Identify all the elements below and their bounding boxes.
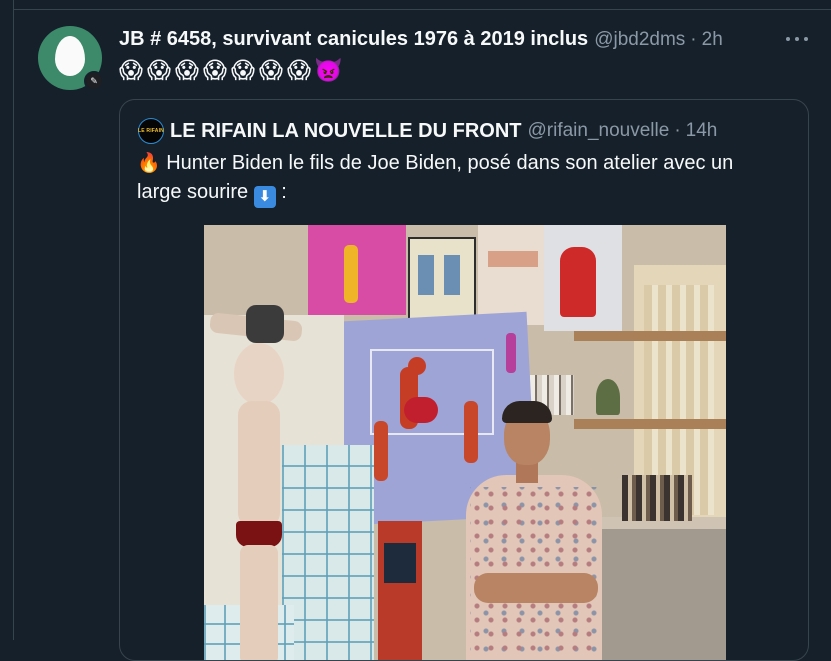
photo-lower-painting-detail bbox=[384, 543, 416, 583]
scream-emoji: 😱 bbox=[175, 57, 199, 83]
tweet-timestamp[interactable]: 2h bbox=[702, 29, 723, 51]
scream-emoji: 😱 bbox=[231, 57, 255, 83]
photo-framed-figure bbox=[444, 255, 460, 295]
photo-figure-trunks bbox=[236, 521, 282, 547]
scream-emoji: 😱 bbox=[287, 57, 311, 83]
photo-shelf bbox=[574, 419, 726, 429]
quote-avatar-logo-text: LE RIFAIN bbox=[138, 128, 164, 134]
photo-figure-body bbox=[238, 401, 280, 527]
photo-painting-figure bbox=[506, 333, 516, 373]
devil-emoji: 👿 bbox=[314, 57, 343, 83]
quote-header: LE RIFAIN LE RIFAIN LA NOUVELLE DU FRONT… bbox=[138, 118, 717, 144]
photo-shirt-pattern bbox=[470, 487, 598, 657]
photo-paint-jars bbox=[622, 475, 692, 521]
down-arrow-emoji: ⬇ bbox=[253, 186, 276, 208]
display-name[interactable]: JB # 6458, survivant canicules 1976 à 20… bbox=[119, 28, 588, 51]
scream-emoji: 😱 bbox=[259, 57, 283, 83]
photo-red-figure bbox=[560, 247, 596, 317]
more-options-icon[interactable] bbox=[786, 28, 808, 50]
user-handle[interactable]: @jbd2dms bbox=[594, 29, 685, 51]
photo-shelf bbox=[574, 331, 726, 341]
photo-desk bbox=[596, 529, 726, 660]
photo-painting-figure bbox=[464, 401, 478, 463]
quoted-tweet-card[interactable]: LE RIFAIN LE RIFAIN LA NOUVELLE DU FRONT… bbox=[119, 99, 809, 661]
photo-lower-painting bbox=[378, 521, 422, 660]
feather-badge-icon: ✎ bbox=[84, 71, 104, 91]
photo-man-arms bbox=[474, 573, 598, 603]
egg-avatar-icon bbox=[55, 36, 85, 76]
photo-pink-painting-figure bbox=[344, 245, 358, 303]
photo-plant bbox=[596, 379, 620, 415]
separator-dot: · bbox=[690, 29, 697, 50]
timeline-column: ✎ JB # 6458, survivant canicules 1976 à … bbox=[13, 0, 831, 661]
scream-emoji: 😱 bbox=[119, 57, 143, 83]
quote-text: 🔥 Hunter Biden le fils de Joe Biden, pos… bbox=[137, 149, 777, 208]
quote-display-name[interactable]: LE RIFAIN LA NOUVELLE DU FRONT bbox=[170, 120, 521, 143]
fire-emoji: 🔥 bbox=[137, 153, 161, 174]
photo-tiles bbox=[282, 445, 374, 660]
quote-separator-dot: · bbox=[674, 120, 681, 141]
quote-avatar[interactable]: LE RIFAIN bbox=[138, 118, 164, 144]
tweet-text: 😱 😱 😱 😱 😱 😱 😱 👿 bbox=[118, 56, 343, 84]
photo-figure-legs bbox=[240, 545, 278, 660]
quote-text-main: Hunter Biden le fils de Joe Biden, posé … bbox=[137, 152, 734, 203]
photo-media-icon[interactable] bbox=[204, 225, 726, 660]
photo-framed-figure bbox=[418, 255, 434, 295]
photo-figure-hands bbox=[246, 305, 284, 343]
quote-text-end: : bbox=[281, 181, 287, 203]
quote-handle[interactable]: @rifain_nouvelle bbox=[527, 120, 669, 142]
photo-painting-figure bbox=[374, 421, 388, 481]
scream-emoji: 😱 bbox=[147, 57, 171, 83]
photo-painting-figure bbox=[404, 397, 438, 423]
quote-timestamp[interactable]: 14h bbox=[686, 120, 718, 142]
photo-man-hair bbox=[502, 401, 552, 423]
tweet-header: JB # 6458, survivant canicules 1976 à 20… bbox=[119, 28, 723, 54]
scream-emoji: 😱 bbox=[203, 57, 227, 83]
top-divider bbox=[14, 9, 831, 10]
photo-figure-head bbox=[234, 343, 284, 405]
photo-sketch-figures bbox=[488, 251, 538, 267]
photo-sketch-painting bbox=[478, 225, 550, 325]
